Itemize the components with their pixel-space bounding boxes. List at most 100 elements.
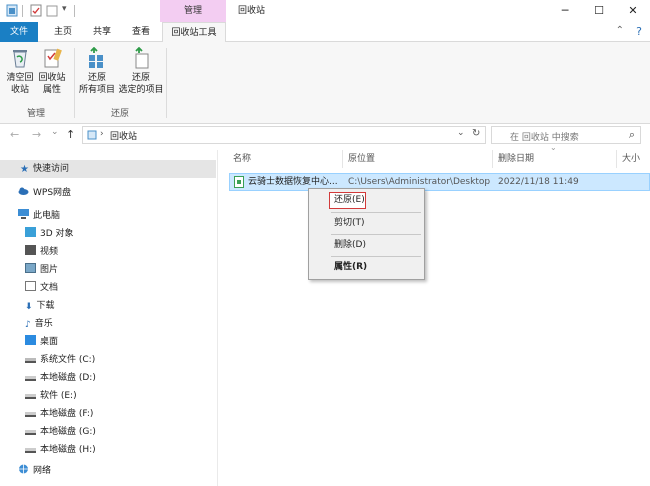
column-header-size[interactable]: 大小 <box>622 152 640 166</box>
nav-label: 桌面 <box>40 337 59 347</box>
nav-label: 本地磁盘 (D:) <box>40 373 96 383</box>
nav-quick-access[interactable]: ★ 快速访问 <box>0 160 216 178</box>
nav-item-pictures[interactable]: 图片 <box>25 261 58 279</box>
manage-context-label: 管理 <box>160 0 226 22</box>
search-input[interactable]: 在 回收站 中搜索 ⌕ <box>491 126 641 144</box>
properties-icon[interactable] <box>30 4 42 17</box>
nav-item-drive-c[interactable]: 系统文件 (C:) <box>25 351 95 369</box>
app-icon <box>6 4 18 17</box>
search-placeholder: 在 回收站 中搜索 <box>510 133 579 143</box>
new-folder-icon[interactable] <box>46 4 58 17</box>
refresh-icon[interactable]: ↻ <box>472 128 480 139</box>
toolbar-separator <box>74 5 75 17</box>
star-icon: ★ <box>20 164 29 175</box>
search-icon[interactable]: ⌕ <box>629 128 635 142</box>
recycle-bin-location-icon <box>87 130 97 140</box>
nav-item-drive-h[interactable]: 本地磁盘 (H:) <box>25 441 96 459</box>
group-separator <box>166 48 167 118</box>
toolbar-separator <box>22 5 23 17</box>
nav-label: 音乐 <box>34 319 53 329</box>
menu-item-properties[interactable]: 属性(R) <box>309 258 424 277</box>
address-dropdown-icon[interactable]: ⌄ <box>457 128 465 138</box>
restore-all-button[interactable]: 还原 所有项目 <box>76 47 118 96</box>
menu-item-restore[interactable]: 还原(E) <box>329 192 366 209</box>
nav-wps-cloud[interactable]: WPS网盘 <box>18 184 71 202</box>
ribbon-panel: 清空回 收站 回收站 属性 管理 还原 所有项目 还原 选定的项目 还原 <box>0 42 650 124</box>
picture-icon <box>25 263 36 273</box>
restore-selected-icon <box>135 47 149 69</box>
forward-button[interactable]: → <box>32 128 41 141</box>
empty-recycle-bin-button[interactable]: 清空回 收站 <box>4 47 36 96</box>
menu-item-delete[interactable]: 删除(D) <box>309 236 424 255</box>
nav-item-drive-f[interactable]: 本地磁盘 (F:) <box>25 405 93 423</box>
cube-icon <box>25 227 36 237</box>
ribbon-button-label: 清空回 <box>6 73 34 83</box>
recycle-bin-properties-button[interactable]: 回收站 属性 <box>36 47 68 96</box>
menu-separator <box>331 212 421 213</box>
breadcrumb-recycle-bin[interactable]: 回收站 <box>110 129 137 142</box>
collapse-ribbon-icon[interactable]: ⌃ <box>616 25 624 36</box>
file-icon <box>234 176 244 188</box>
nav-label: 软件 (E:) <box>40 391 77 401</box>
up-button[interactable]: ↑ <box>66 128 75 141</box>
back-button[interactable]: ← <box>10 128 19 141</box>
tab-home[interactable]: 主页 <box>45 22 81 42</box>
title-bar: ▾ 管理 回收站 ─ ☐ ✕ <box>0 0 650 22</box>
nav-item-drive-e[interactable]: 软件 (E:) <box>25 387 77 405</box>
customize-toolbar-icon[interactable]: ▾ <box>62 4 74 17</box>
address-bar[interactable]: › 回收站 ⌄ ↻ <box>82 126 486 144</box>
maximize-button[interactable]: ☐ <box>582 0 616 22</box>
column-separator <box>492 150 493 168</box>
group-label-manage: 管理 <box>26 109 45 119</box>
nav-item-desktop[interactable]: 桌面 <box>25 333 58 351</box>
document-icon <box>25 281 36 291</box>
nav-label: 系统文件 (C:) <box>40 355 96 365</box>
recycle-bin-properties-icon <box>44 48 62 68</box>
column-header-date-deleted[interactable]: 删除日期 <box>498 152 534 166</box>
file-row-selected[interactable]: 云骑士数据恢复中心... C:\Users\Administrator\Desk… <box>229 173 650 191</box>
nav-item-documents[interactable]: 文档 <box>25 279 58 297</box>
nav-label: 本地磁盘 (G:) <box>40 427 96 437</box>
ribbon-button-label: 属性 <box>42 85 61 95</box>
ribbon-button-label: 回收站 <box>38 73 66 83</box>
desktop-icon <box>25 335 36 345</box>
music-note-icon: ♪ <box>25 320 31 330</box>
nav-item-drive-g[interactable]: 本地磁盘 (G:) <box>25 423 96 441</box>
nav-item-downloads[interactable]: ⬇ 下载 <box>25 297 55 315</box>
nav-label: 此电脑 <box>33 211 61 221</box>
drive-icon <box>25 430 36 435</box>
file-date-deleted: 2022/11/18 11:49 <box>498 177 579 187</box>
column-header-name[interactable]: 名称 <box>233 152 251 166</box>
tab-recycle-bin-tools[interactable]: 回收站工具 <box>162 22 226 43</box>
restore-selected-button[interactable]: 还原 选定的项目 <box>118 47 164 96</box>
minimize-button[interactable]: ─ <box>548 0 582 22</box>
nav-label: 本地磁盘 (F:) <box>40 409 94 419</box>
nav-this-pc[interactable]: 此电脑 <box>18 207 60 225</box>
ribbon-tabs: 文件 主页 共享 查看 回收站工具 ⌃ ? <box>0 22 650 43</box>
tab-file[interactable]: 文件 <box>0 22 38 42</box>
nav-item-drive-d[interactable]: 本地磁盘 (D:) <box>25 369 96 387</box>
download-arrow-icon: ⬇ <box>25 302 33 312</box>
drive-icon <box>25 412 36 417</box>
help-icon[interactable]: ? <box>636 25 642 38</box>
menu-separator <box>331 256 421 257</box>
nav-label: 快速访问 <box>32 164 69 174</box>
restore-all-icon <box>89 47 103 68</box>
nav-item-music[interactable]: ♪ 音乐 <box>25 315 53 333</box>
recent-locations-button[interactable]: ⌄ <box>51 127 59 137</box>
computer-icon <box>18 209 29 219</box>
tab-view[interactable]: 查看 <box>123 22 159 42</box>
nav-network[interactable]: 网络 <box>18 462 51 480</box>
drive-icon <box>25 394 36 399</box>
nav-item-videos[interactable]: 视频 <box>25 243 58 261</box>
menu-separator <box>331 234 421 235</box>
nav-label: WPS网盘 <box>33 188 72 198</box>
empty-recycle-bin-icon <box>13 50 27 68</box>
tab-share[interactable]: 共享 <box>84 22 120 42</box>
nav-item-3d-objects[interactable]: 3D 对象 <box>25 225 74 243</box>
menu-item-cut[interactable]: 剪切(T) <box>309 214 424 233</box>
nav-label: 3D 对象 <box>40 229 74 239</box>
column-header-original-location[interactable]: 原位置 <box>348 152 375 166</box>
ribbon-button-label: 收站 <box>10 85 29 95</box>
close-button[interactable]: ✕ <box>616 0 650 22</box>
